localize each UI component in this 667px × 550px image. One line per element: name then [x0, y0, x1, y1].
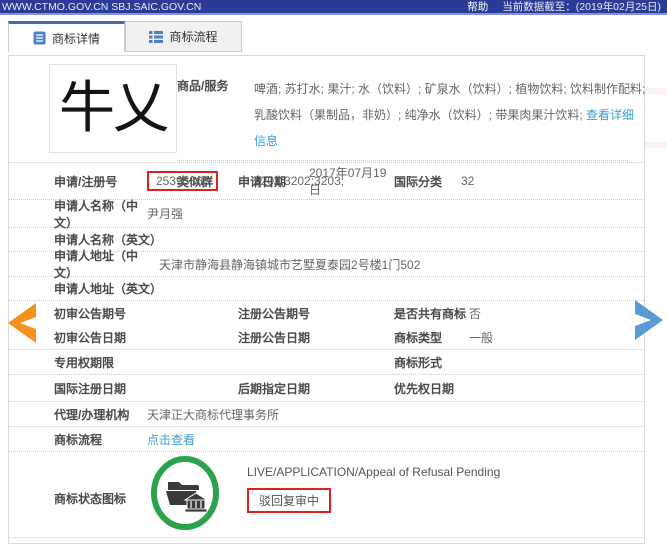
reg-ann-date-label: 注册公告日期 [238, 330, 311, 345]
status-text-en: LIVE/APPLICATION/Appeal of Refusal Pendi… [247, 465, 501, 479]
tab-trademark-process[interactable]: 商标流程 [125, 21, 242, 52]
next-arrow-icon[interactable] [634, 298, 666, 347]
list-icon [149, 30, 164, 43]
status-label: 商标状态图标 [54, 492, 127, 506]
trademark-text: 牛乂 [59, 75, 169, 141]
trademark-status-icon [149, 455, 221, 534]
trademark-detail-page: WWW.CTMO.GOV.CN SBJ.SAIC.GOV.CN 帮助 当前数据截… [0, 0, 667, 550]
agency-label: 代理/办理机构 [54, 407, 130, 422]
prelim-date-label: 初审公告日期 [54, 330, 127, 345]
row-address-cn: 申请人地址（中文） 天津市静海县静海镇城市艺墅夏泰园2号楼1门502 [9, 249, 644, 280]
help-link[interactable]: 帮助 [467, 0, 488, 14]
row-tm-process: 商标流程 点击查看 [9, 427, 644, 452]
data-cutoff-date: 当前数据截至：(2019年02月25日) [502, 1, 661, 13]
app-no-value-highlighted: 25395363 [147, 171, 219, 191]
intl-class-label: 国际分类 [394, 174, 443, 189]
intl-reg-date-label: 国际注册日期 [54, 381, 127, 396]
applicant-cn-label: 申请人名称（中文） [54, 198, 139, 230]
app-date-label: 申请日期 [238, 174, 287, 189]
prelim-no-label: 初审公告期号 [54, 306, 127, 321]
applicant-en-label: 申请人名称（英文） [54, 233, 163, 247]
click-to-view-link[interactable]: 点击查看 [147, 431, 195, 448]
exclusive-period-label: 专用权期限 [54, 355, 115, 370]
app-no-label: 申请/注册号 [54, 174, 118, 189]
shared-mark-value: 否 [469, 306, 482, 321]
tab-label: 商标详情 [51, 31, 100, 46]
shared-mark-label: 是否共有商标 [394, 306, 467, 321]
row-address-en: 申请人地址（英文） [9, 277, 644, 301]
row-applicant-cn: 申请人名称（中文） 尹月强 [9, 198, 644, 230]
goods-value: 啤酒; 苏打水; 果汁; 水（饮料）; 矿泉水（饮料）; 植物饮料; 饮料制作配… [254, 76, 646, 154]
address-cn-label: 申请人地址（中文） [54, 249, 139, 280]
priority-date-label: 优先权日期 [394, 381, 455, 396]
document-icon [33, 31, 46, 45]
tm-process-label: 商标流程 [54, 432, 103, 447]
address-cn-value: 天津市静海县静海镇城市艺墅夏泰园2号楼1门502 [159, 257, 421, 272]
trademark-summary-section: 牛乂 商品/服务 啤酒; 苏打水; 果汁; 水（饮料）; 矿泉水（饮料）; 植物… [9, 56, 646, 189]
applicant-cn-value: 尹月强 [147, 207, 184, 221]
row-exclusive-period: 专用权期限 商标形式 [9, 350, 644, 375]
goods-label: 商品/服务 [177, 79, 229, 93]
previous-arrow-icon[interactable] [5, 301, 37, 350]
tm-type-label: 商标类型 [394, 330, 443, 345]
row-group-announcements: 初审公告期号 注册公告期号 是否共有商标 否 初审公告日期 注册公告日期 商标类… [9, 301, 644, 350]
topbar: WWW.CTMO.GOV.CN SBJ.SAIC.GOV.CN 帮助 当前数据截… [0, 0, 667, 15]
row-status: 商标状态图标 LIVE/APPLICATION/Appeal of Refusa… [9, 452, 644, 538]
tab-label: 商标流程 [169, 30, 218, 44]
reg-ann-no-label: 注册公告期号 [238, 306, 311, 321]
detail-panel: 牛乂 商品/服务 啤酒; 苏打水; 果汁; 水（饮料）; 矿泉水（饮料）; 植物… [8, 55, 645, 544]
address-en-label: 申请人地址（英文） [54, 282, 163, 296]
row-agency: 代理/办理机构 天津正大商标代理事务所 [9, 402, 644, 427]
tm-form-label: 商标形式 [394, 355, 443, 370]
site-url: WWW.CTMO.GOV.CN SBJ.SAIC.GOV.CN [2, 0, 202, 13]
agency-value: 天津正大商标代理事务所 [147, 407, 280, 422]
trademark-image: 牛乂 [49, 64, 177, 153]
app-date-value: 2017年07月19日 [309, 166, 387, 197]
late-designation-date-label: 后期指定日期 [238, 381, 311, 396]
tab-bar: 商标详情 商标流程 [8, 21, 242, 52]
tab-trademark-detail[interactable]: 商标详情 [8, 21, 125, 52]
status-text-cn-highlighted: 驳回复审中 [247, 488, 332, 513]
intl-class-value: 32 [461, 174, 475, 188]
tm-type-value: 一般 [469, 330, 494, 345]
row-intl-dates: 国际注册日期 后期指定日期 优先权日期 [9, 375, 644, 402]
